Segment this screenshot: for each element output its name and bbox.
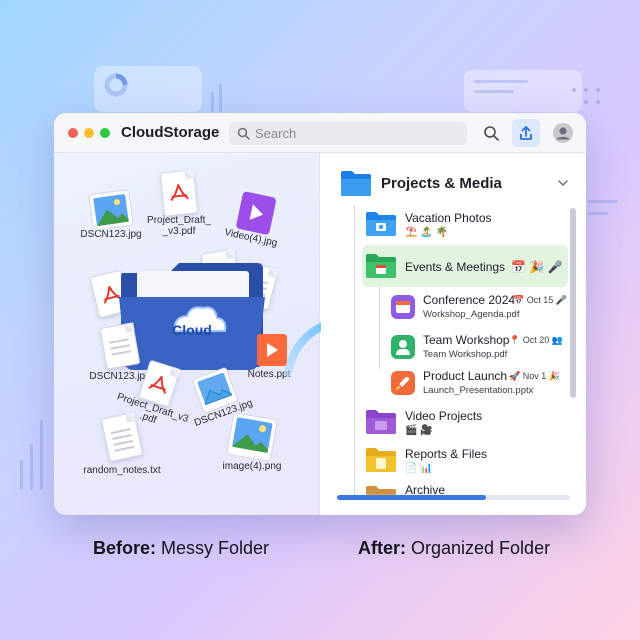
tree-guide-line xyxy=(379,287,380,369)
bg-line xyxy=(474,80,528,83)
caption-before: Before: Messy Folder xyxy=(93,538,269,559)
file-name: Project_Draft_ _v3.pdf xyxy=(147,215,211,237)
file-name: random_notes.txt xyxy=(83,465,161,476)
folder-icon xyxy=(366,212,396,236)
caption-after: After: Organized Folder xyxy=(358,538,550,559)
image-file-icon xyxy=(88,189,134,231)
bg-bar xyxy=(588,212,608,215)
bg-line xyxy=(474,90,514,93)
tree-child-product-launch[interactable]: Product Launch 🚀 Nov 1 🎉 Launch_Presenta… xyxy=(391,369,571,401)
workshop-icon xyxy=(391,335,415,359)
upload-button[interactable] xyxy=(512,119,540,147)
tree-item-reports-files[interactable]: Reports & Files 📄 📊 xyxy=(365,445,565,481)
minimize-window-button[interactable] xyxy=(84,128,94,138)
item-file: Workshop_Agenda.pdf xyxy=(423,309,520,320)
item-label: Vacation Photos xyxy=(405,211,492,225)
scrollbar-thumb[interactable] xyxy=(570,208,576,398)
bg-dot xyxy=(572,88,576,92)
folder-icon xyxy=(366,448,396,472)
item-label: Reports & Files xyxy=(405,447,488,461)
tree-guide-line xyxy=(354,205,355,495)
bg-dot xyxy=(584,88,588,92)
item-label: Events & Meetings xyxy=(405,260,506,274)
bg-bar xyxy=(30,444,33,490)
item-label: Product Launch xyxy=(423,369,508,383)
file-video-jpg[interactable]: Video(4).jpg xyxy=(215,186,294,250)
tree-item-events-meetings[interactable]: Events & Meetings 📅 🎉 🎤 xyxy=(365,249,565,283)
item-tags: 🎬 🎥 xyxy=(405,425,433,436)
chevron-down-icon[interactable] xyxy=(557,177,569,189)
user-avatar-icon[interactable] xyxy=(551,121,575,145)
organized-folder-pane: Projects & Media Vacation Photos ⛱️ 🏝️ 🌴 xyxy=(321,153,586,515)
maximize-window-button[interactable] xyxy=(100,128,110,138)
bg-dot xyxy=(596,100,600,104)
tree-child-conference-2024[interactable]: Conference 2024 📅 Oct 15 🎤 Workshop_Agen… xyxy=(391,293,571,325)
tree-root-label: Projects & Media xyxy=(381,175,502,192)
search-bar[interactable] xyxy=(229,122,467,145)
magnifier-icon[interactable] xyxy=(479,121,503,145)
upload-icon xyxy=(520,126,532,140)
bg-bar xyxy=(219,84,222,112)
item-label: Conference 2024 xyxy=(423,293,516,307)
pdf-logo-icon xyxy=(170,184,189,201)
bg-bar xyxy=(20,460,23,490)
bg-dot xyxy=(596,88,600,92)
item-tags: 📅 🎉 🎤 xyxy=(511,260,563,274)
progress-bar xyxy=(337,495,570,500)
item-file: Launch_Presentation.pptx xyxy=(423,385,534,396)
item-tags: 📄 📊 xyxy=(405,463,433,474)
search-icon xyxy=(237,127,250,140)
bg-dot xyxy=(584,100,588,104)
bg-donut-icon xyxy=(104,73,128,97)
rocket-icon xyxy=(391,371,415,395)
tree-child-team-workshop[interactable]: Team Workshop 📍 Oct 20 👥 Team Workshop.p… xyxy=(391,333,571,365)
tree-item-vacation-photos[interactable]: Vacation Photos ⛱️ 🏝️ 🌴 xyxy=(365,209,565,245)
app-window: CloudStorage Search DSCN123.jpg Project_… xyxy=(54,113,586,515)
item-label: Team Workshop xyxy=(423,333,510,347)
file-random-notes-txt[interactable]: random_notes.txt xyxy=(80,411,164,476)
file-name: DSCN123.jpg xyxy=(80,229,142,240)
caption-before-bold: Before: xyxy=(93,538,157,558)
caption-after-bold: After: xyxy=(358,538,406,558)
item-label: Video Projects xyxy=(405,409,483,423)
folder-icon xyxy=(366,254,396,278)
bg-bar xyxy=(40,420,43,490)
image-file-icon xyxy=(226,412,278,462)
file-project-draft-pdf[interactable]: Project_Draft_ _v3.pdf xyxy=(146,169,212,237)
folder-icon xyxy=(341,171,371,196)
item-file: Team Workshop.pdf xyxy=(423,349,508,360)
tree-item-video-projects[interactable]: Video Projects 🎬 🎥 xyxy=(365,407,565,443)
title-bar: CloudStorage xyxy=(54,113,586,153)
close-window-button[interactable] xyxy=(68,128,78,138)
caption-before-text: Messy Folder xyxy=(156,538,270,558)
item-meta: 🚀 Nov 1 🎉 xyxy=(509,371,560,381)
calendar-icon xyxy=(391,295,415,319)
item-meta: 📅 Oct 15 🎤 xyxy=(513,295,567,305)
caption-after-text: Organized Folder xyxy=(406,538,551,558)
tree-root-projects-media[interactable]: Projects & Media xyxy=(339,167,569,201)
file-name: image(4).png xyxy=(222,461,282,472)
bg-bar xyxy=(588,200,618,203)
folder-icon xyxy=(366,410,396,434)
text-file-icon xyxy=(100,411,144,463)
search-input[interactable] xyxy=(255,125,455,142)
file-dscn123-jpg[interactable]: DSCN123.jpg xyxy=(76,189,146,240)
bg-bar xyxy=(211,92,214,112)
app-title: CloudStorage xyxy=(121,124,220,141)
progress-fill xyxy=(337,495,487,500)
file-image-png[interactable]: image(4).png xyxy=(212,412,292,472)
item-tags: ⛱️ 🏝️ 🌴 xyxy=(405,227,448,238)
item-meta: 📍 Oct 20 👥 xyxy=(509,335,563,345)
